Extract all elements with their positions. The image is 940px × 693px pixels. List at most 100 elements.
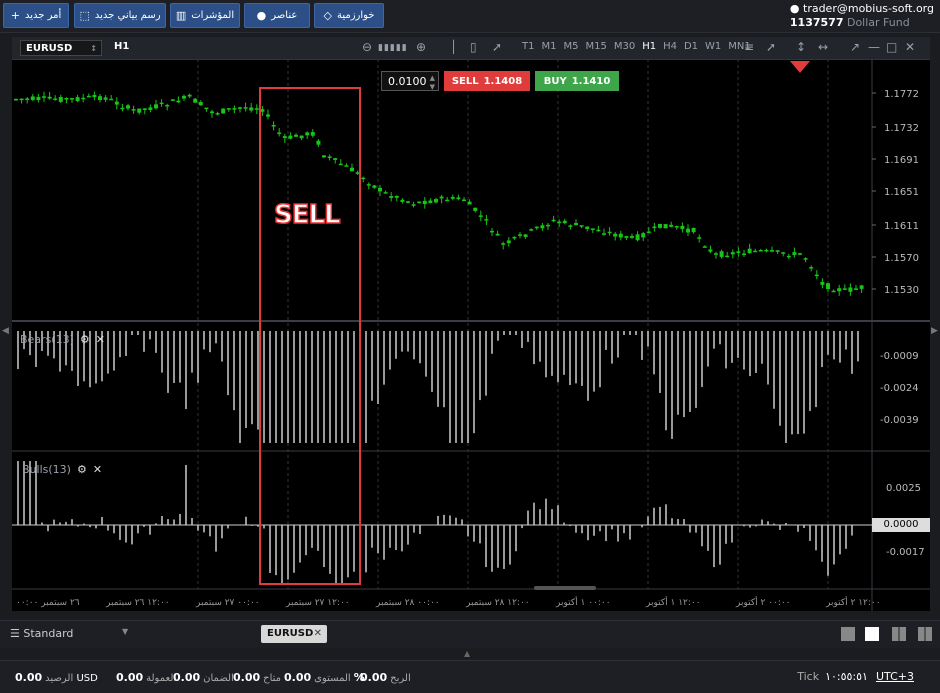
layout-split-icon[interactable] bbox=[918, 627, 932, 641]
commission-label: العمولة bbox=[146, 673, 177, 684]
time-axis-label: ١٢:٠٠ ٢٧ سبتمبر bbox=[285, 598, 350, 608]
close-indicator-icon[interactable]: ✕ bbox=[93, 463, 102, 476]
tf-t1[interactable]: T1 bbox=[522, 41, 534, 52]
candle bbox=[798, 253, 802, 255]
candle bbox=[540, 225, 545, 229]
candle bbox=[232, 108, 237, 110]
spinner-icon[interactable]: ▲ ▼ bbox=[430, 72, 435, 92]
price-axis-label: 1.1732 bbox=[884, 123, 919, 134]
new-order-button[interactable]: + أمر جديد bbox=[3, 3, 69, 28]
candle bbox=[70, 98, 74, 100]
bears-indicator-header: Bears(13) ⚙ ✕ bbox=[20, 333, 105, 346]
profit-value: 0.00 bbox=[360, 671, 388, 684]
time-axis-label: ١٢:٠٠ ٢ أكتوبر bbox=[825, 596, 881, 608]
chart-tab-eurusd[interactable]: EURUSD ✕ bbox=[261, 625, 327, 643]
trendline-icon[interactable]: ➚ bbox=[766, 40, 776, 54]
candle bbox=[490, 230, 494, 233]
bulls-axis-label: -0.0017 bbox=[886, 547, 925, 558]
buy-button[interactable]: BUY 1.1410 bbox=[535, 71, 619, 91]
tf-m30[interactable]: M30 bbox=[614, 41, 635, 52]
candle bbox=[831, 290, 836, 293]
symbol-select[interactable]: EURUSD ↕ bbox=[20, 40, 102, 56]
indicators-icon: ▥ bbox=[175, 9, 187, 22]
candle bbox=[221, 108, 226, 114]
right-scroll-arrow-icon[interactable]: ▶ bbox=[931, 326, 938, 336]
zoom-slider[interactable]: ▮▮▮▮▮ bbox=[378, 43, 408, 53]
lot-size-input[interactable]: 0.0100 ▲ ▼ bbox=[381, 71, 439, 91]
candle bbox=[669, 224, 674, 227]
account-info[interactable]: ● trader@mobius-soft.org 1137577 Dollar … bbox=[790, 2, 934, 30]
minimize-icon[interactable]: — bbox=[868, 40, 880, 54]
layout-single-icon[interactable] bbox=[841, 627, 855, 641]
candle bbox=[36, 96, 41, 101]
gear-icon[interactable]: ⚙ bbox=[80, 333, 90, 346]
collapse-panel-icon[interactable]: ▲ bbox=[464, 649, 470, 658]
candle bbox=[719, 251, 724, 257]
indicators-button[interactable]: ▥ المؤشرات bbox=[170, 3, 240, 28]
candle bbox=[562, 220, 567, 224]
current-time-marker-icon bbox=[790, 61, 810, 73]
candle bbox=[103, 97, 108, 100]
candle bbox=[428, 200, 433, 203]
tf-w1[interactable]: W1 bbox=[705, 41, 721, 52]
currency: USD bbox=[76, 673, 98, 684]
tf-m5[interactable]: M5 bbox=[563, 41, 578, 52]
horizontal-line-icon[interactable]: ↔ bbox=[818, 40, 828, 54]
template-select[interactable]: ☰ Standard ▼ bbox=[10, 627, 128, 640]
left-scroll-arrow-icon[interactable]: ◀ bbox=[2, 326, 9, 336]
draw-fibo-icon[interactable]: ≡ bbox=[744, 40, 754, 54]
line-chart-icon[interactable]: ➚ bbox=[492, 40, 502, 54]
candle bbox=[131, 109, 136, 111]
candle bbox=[238, 107, 242, 109]
tf-m1[interactable]: M1 bbox=[541, 41, 556, 52]
new-chart-button[interactable]: ⬚ رسم بياني جديد bbox=[74, 3, 166, 28]
sell-button[interactable]: SELL 1.1408 bbox=[444, 71, 530, 91]
maximize-icon[interactable]: □ bbox=[886, 40, 897, 54]
zoom-in-icon[interactable]: ⊕ bbox=[416, 40, 426, 54]
candle bbox=[534, 226, 539, 229]
algorithm-button[interactable]: ◇ خوارزمية bbox=[314, 3, 384, 28]
bar-chart-icon[interactable]: │ bbox=[450, 40, 457, 54]
gear-icon[interactable]: ⚙ bbox=[77, 463, 87, 476]
objects-button[interactable]: ● عناصر bbox=[244, 3, 310, 28]
symbol-select-value: EURUSD bbox=[26, 43, 73, 54]
margin-stat: 0.00 الضمان bbox=[173, 671, 234, 684]
tf-m15[interactable]: M15 bbox=[585, 41, 606, 52]
candle bbox=[826, 283, 830, 290]
candle bbox=[109, 98, 114, 101]
tf-h1[interactable]: H1 bbox=[642, 41, 656, 52]
layout-grid-icon[interactable] bbox=[865, 627, 879, 641]
tf-h4[interactable]: H4 bbox=[663, 41, 677, 52]
time-axis-label: ١٢:٠٠ ٢٨ سبتمبر bbox=[465, 598, 530, 608]
chart-window[interactable]: EURUSD ↕ H1 ⊖ ▮▮▮▮▮ ⊕ │ ▯ ➚ T1 M1 M5 M15… bbox=[12, 37, 930, 611]
time-axis-label: ٠٠:٠٠ ٢٨ سبتمبر bbox=[375, 598, 440, 608]
candle bbox=[86, 95, 91, 98]
close-icon[interactable]: ✕ bbox=[905, 40, 915, 54]
vertical-line-icon[interactable]: ↕ bbox=[796, 40, 806, 54]
candle bbox=[193, 98, 198, 103]
candle bbox=[551, 219, 556, 222]
detach-icon[interactable]: ↗ bbox=[850, 40, 860, 54]
profit-stat: 0.00 الربح bbox=[360, 671, 411, 684]
candle bbox=[142, 108, 147, 110]
candle bbox=[114, 101, 119, 105]
margin-label: الضمان bbox=[203, 673, 234, 684]
candle bbox=[243, 107, 248, 109]
user-icon: ● bbox=[789, 2, 800, 15]
price-chart[interactable]: 1.1772 1.1732 1.1691 1.1651 1.1611 1.1570 1.15… bbox=[12, 59, 930, 611]
candle bbox=[81, 97, 86, 100]
commission-value: 0.00 bbox=[116, 671, 144, 684]
tf-d1[interactable]: D1 bbox=[684, 41, 698, 52]
layout-columns-icon[interactable] bbox=[892, 627, 906, 641]
timezone-select[interactable]: UTC+3 bbox=[876, 670, 914, 683]
time-axis-label: ١٢:٠٠ ١ أكتوبر bbox=[645, 596, 701, 608]
candle bbox=[137, 108, 142, 113]
close-tab-icon[interactable]: ✕ bbox=[314, 625, 322, 643]
candle bbox=[394, 195, 399, 198]
price-axis-label: 1.1611 bbox=[884, 221, 919, 232]
zoom-out-icon[interactable]: ⊖ bbox=[362, 40, 372, 54]
lot-size-value: 0.0100 bbox=[388, 75, 427, 88]
close-indicator-icon[interactable]: ✕ bbox=[96, 333, 105, 346]
time-axis-label: ٢٦ سبتمبر ٠٠:٠٠ bbox=[16, 598, 80, 608]
candles-icon[interactable]: ▯ bbox=[470, 40, 477, 54]
